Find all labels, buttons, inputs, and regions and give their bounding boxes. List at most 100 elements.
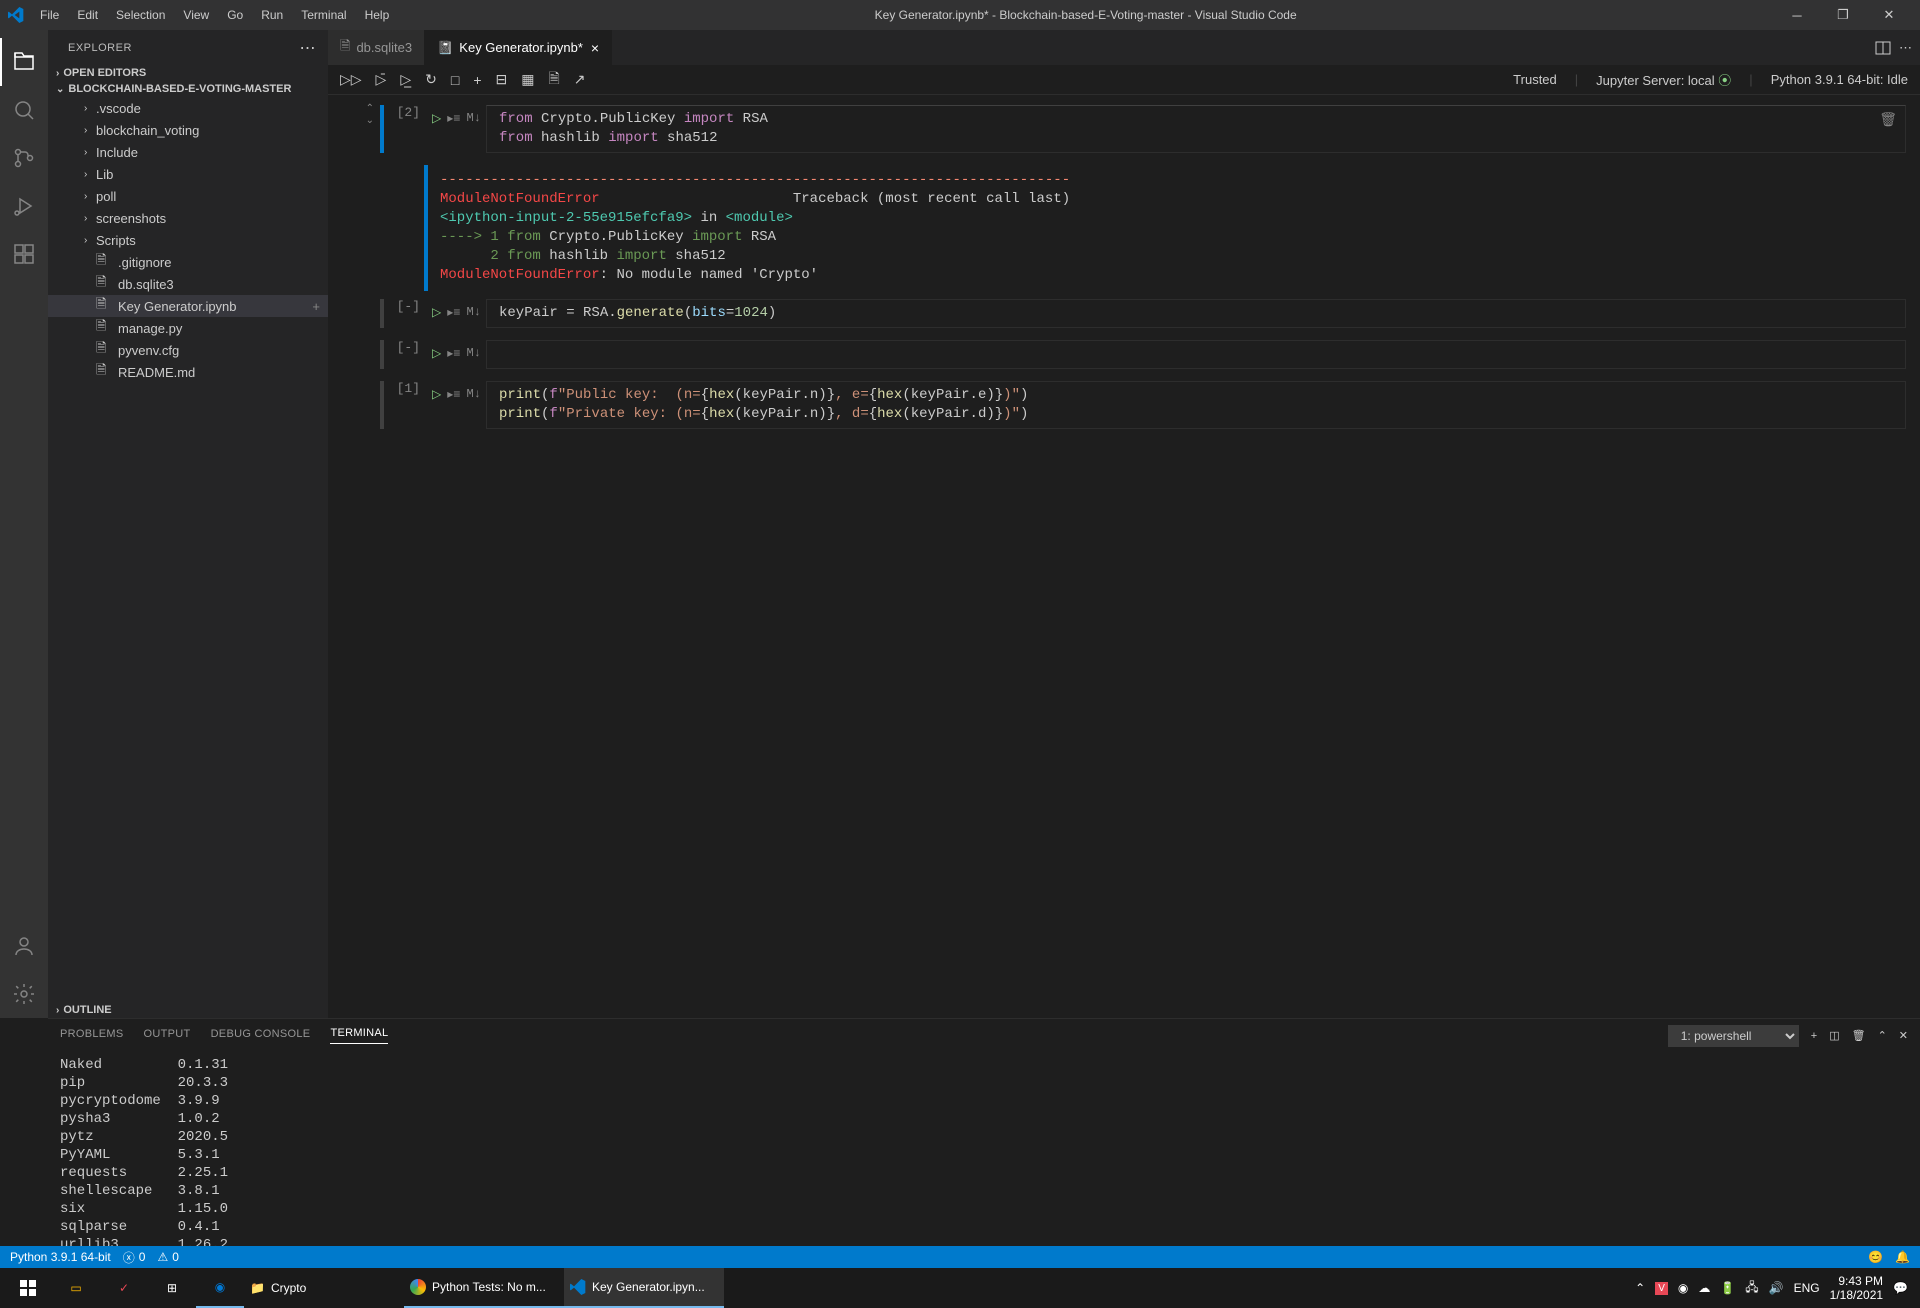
chrome-app[interactable]: Python Tests: No m... (404, 1268, 564, 1308)
tree-item[interactable]: 🗎pyvenv.cfg (48, 339, 328, 361)
feedback-icon[interactable]: 😊 (1868, 1250, 1883, 1264)
activity-extensions[interactable] (0, 230, 48, 278)
add-cell-icon[interactable]: + (312, 299, 320, 314)
minimize-button[interactable]: ─ (1774, 0, 1820, 30)
tray-volume-icon[interactable]: 🔊 (1769, 1281, 1784, 1295)
python-version[interactable]: Python 3.9.1 64-bit (10, 1250, 111, 1264)
tree-item[interactable]: 🗎README.md (48, 361, 328, 383)
tab-dbsqlite3[interactable]: 🗎 db.sqlite3 (328, 30, 425, 65)
activity-run-debug[interactable] (0, 182, 48, 230)
markdown-icon[interactable]: M↓ (466, 305, 480, 319)
more-icon[interactable]: ⋯ (1899, 40, 1912, 56)
cell-code[interactable]: 🗑 from Crypto.PublicKey import RSA from … (486, 105, 1906, 153)
terminal[interactable]: Naked 0.1.31pip 20.3.3pycryptodome 3.9.9… (48, 1052, 1920, 1246)
close-panel-icon[interactable]: ✕ (1899, 1029, 1908, 1042)
interrupt-icon[interactable]: □ (451, 72, 459, 88)
tray-notifications-icon[interactable]: 💬 (1893, 1281, 1908, 1295)
markdown-icon[interactable]: M↓ (466, 111, 480, 125)
project-header[interactable]: ⌄ BLOCKCHAIN-BASED-E-VOTING-MASTER (48, 81, 328, 97)
tray-network-icon[interactable]: 🖧 (1745, 1278, 1758, 1299)
run-by-line-icon[interactable]: ▸≡ (447, 111, 460, 126)
variables-icon[interactable]: ▦ (521, 71, 534, 88)
edge-icon[interactable]: ◉ (196, 1268, 244, 1308)
maximize-panel-icon[interactable]: ⌃ (1878, 1029, 1887, 1042)
taskview-icon[interactable]: ▭ (52, 1268, 100, 1308)
collapse-down-icon[interactable]: ⌄ (366, 117, 374, 127)
tree-item[interactable]: 🗎db.sqlite3 (48, 273, 328, 295)
more-icon[interactable]: ⋯ (300, 38, 317, 58)
activity-settings[interactable] (0, 970, 48, 1018)
bell-icon[interactable]: 🔔 (1895, 1250, 1910, 1264)
tree-item[interactable]: ›screenshots (48, 207, 328, 229)
tree-item[interactable]: ›blockchain_voting (48, 119, 328, 141)
menu-file[interactable]: File (32, 4, 67, 26)
tree-item[interactable]: ›.vscode (48, 97, 328, 119)
run-cell-icon[interactable]: ▷ (432, 346, 441, 361)
activity-explorer[interactable] (0, 38, 48, 86)
cell-code[interactable]: keyPair = RSA.generate(bits=1024) (486, 299, 1906, 328)
explorer-crypto[interactable]: 📁 Crypto (244, 1268, 404, 1308)
run-above-icon[interactable]: ▷̄ (376, 71, 387, 88)
kernel-label[interactable]: Python 3.9.1 64-bit: Idle (1771, 72, 1908, 87)
activity-account[interactable] (0, 922, 48, 970)
tray-clock[interactable]: 9:43 PM 1/18/2021 (1830, 1274, 1883, 1302)
restart-icon[interactable]: ↻ (425, 71, 437, 88)
save-icon[interactable]: 🗎 (548, 68, 559, 92)
errors-count[interactable]: ⓧ 0 (123, 1249, 146, 1266)
tree-item[interactable]: 🗎manage.py (48, 317, 328, 339)
run-by-line-icon[interactable]: ▸≡ (447, 387, 460, 402)
menu-edit[interactable]: Edit (69, 4, 106, 26)
notebook-body[interactable]: ⌃ ⌄ [2] ▷ ▸≡ M↓ 🗑 from Crypto.PublicKey … (328, 95, 1920, 1018)
run-cell-icon[interactable]: ▷ (432, 387, 441, 402)
kill-terminal-icon[interactable]: 🗑 (1852, 1029, 1866, 1042)
new-terminal-icon[interactable]: + (1811, 1030, 1817, 1042)
menu-view[interactable]: View (175, 4, 217, 26)
tree-item[interactable]: ›Include (48, 141, 328, 163)
open-editors-header[interactable]: › OPEN EDITORS (48, 65, 328, 81)
run-below-icon[interactable]: ▷̲ (400, 71, 411, 88)
trash-icon[interactable]: 🗑 (1879, 112, 1897, 129)
tree-item[interactable]: ›Scripts (48, 229, 328, 251)
start-button[interactable] (4, 1268, 52, 1308)
panel-tab-problems[interactable]: PROBLEMS (60, 1028, 124, 1044)
panel-tab-output[interactable]: OUTPUT (144, 1028, 191, 1044)
run-cell-icon[interactable]: ▷ (432, 111, 441, 126)
vscode-app[interactable]: Key Generator.ipyn... (564, 1268, 724, 1308)
menu-help[interactable]: Help (357, 4, 398, 26)
tray-icon-1[interactable]: V (1655, 1282, 1668, 1295)
close-icon[interactable]: × (591, 40, 599, 56)
jupyter-server[interactable]: Jupyter Server: local ⦿ (1596, 70, 1731, 89)
app-icon-2[interactable]: ⊞ (148, 1268, 196, 1308)
menu-go[interactable]: Go (219, 4, 251, 26)
cell-code[interactable]: print(f"Public key: (n={hex(keyPair.n)},… (486, 381, 1906, 429)
panel-tab-terminal[interactable]: TERMINAL (330, 1027, 388, 1044)
cell-code[interactable] (486, 340, 1906, 369)
add-cell-icon[interactable]: + (473, 72, 481, 88)
collapse-up-icon[interactable]: ⌃ (366, 105, 374, 115)
tray-steam-icon[interactable]: ◉ (1678, 1281, 1688, 1295)
menu-terminal[interactable]: Terminal (293, 4, 354, 26)
run-all-icon[interactable]: ▷▷ (340, 71, 362, 88)
tree-item[interactable]: 🗎Key Generator.ipynb+ (48, 295, 328, 317)
trusted-label[interactable]: Trusted (1513, 72, 1557, 87)
markdown-icon[interactable]: M↓ (466, 387, 480, 401)
toggle-icon[interactable]: ⊟ (496, 71, 508, 88)
activity-search[interactable] (0, 86, 48, 134)
menu-run[interactable]: Run (253, 4, 291, 26)
tab-key-generator[interactable]: 📓 Key Generator.ipynb* × (425, 30, 612, 65)
tree-item[interactable]: 🗎.gitignore (48, 251, 328, 273)
menu-selection[interactable]: Selection (108, 4, 173, 26)
outline-header[interactable]: › OUTLINE (48, 1002, 328, 1018)
tray-chevron-icon[interactable]: ⌃ (1635, 1281, 1645, 1295)
app-icon-1[interactable]: ✓ (100, 1268, 148, 1308)
activity-source-control[interactable] (0, 134, 48, 182)
split-editor-icon[interactable] (1875, 40, 1891, 56)
tree-item[interactable]: ›Lib (48, 163, 328, 185)
panel-tab-debug[interactable]: DEBUG CONSOLE (211, 1028, 311, 1044)
terminal-select[interactable]: 1: powershell (1668, 1025, 1799, 1047)
run-cell-icon[interactable]: ▷ (432, 305, 441, 320)
maximize-button[interactable]: ❐ (1820, 0, 1866, 30)
run-by-line-icon[interactable]: ▸≡ (447, 305, 460, 320)
close-button[interactable]: ✕ (1866, 0, 1912, 30)
warnings-count[interactable]: ⚠ 0 (157, 1250, 178, 1264)
